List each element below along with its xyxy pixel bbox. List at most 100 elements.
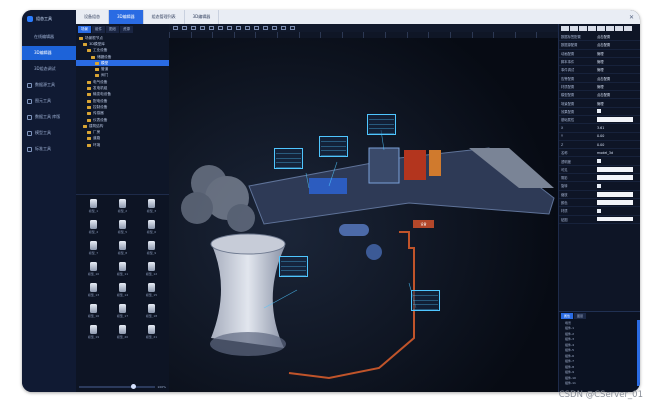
property-value[interactable]: 管理: [597, 84, 604, 89]
palette-item[interactable]: 模型_1: [79, 199, 108, 213]
nav-item[interactable]: 模型工具: [22, 126, 76, 140]
palette-item[interactable]: 模型_11: [108, 262, 137, 276]
property-value[interactable]: 管理: [597, 59, 604, 64]
toolbar-icon[interactable]: [281, 26, 286, 30]
property-value[interactable]: 0.00: [597, 143, 604, 147]
toolbar-icon[interactable]: [254, 26, 259, 30]
property-input[interactable]: [597, 200, 633, 205]
palette-item[interactable]: 模型_16: [79, 304, 108, 318]
toolbar-icon[interactable]: [191, 26, 196, 30]
nav-item[interactable]: 在线编辑器: [22, 30, 76, 44]
toolbar-icon[interactable]: [272, 26, 277, 30]
equipment-tag[interactable]: 设备: [413, 220, 434, 228]
toolbar-icon[interactable]: [182, 26, 187, 30]
property-value[interactable]: 3.61: [597, 126, 604, 130]
property-checkbox[interactable]: [597, 109, 601, 114]
property-checkbox[interactable]: [597, 208, 601, 213]
property-input[interactable]: [597, 167, 633, 172]
data-callout[interactable]: [274, 148, 303, 169]
property-value[interactable]: 点击配置: [597, 34, 610, 39]
tree-tab[interactable]: 图纸: [106, 26, 119, 33]
palette-item[interactable]: 模型_12: [137, 262, 166, 276]
toolbar-icon[interactable]: [236, 26, 241, 30]
tree-tab[interactable]: 组件: [92, 26, 105, 33]
property-value[interactable]: 管理: [597, 101, 604, 106]
nav-item-active[interactable]: 3D编辑器: [22, 46, 76, 60]
palette-item-label: 模型_9: [146, 251, 157, 255]
palette-item[interactable]: 模型_18: [137, 304, 166, 318]
toolbar-icon[interactable]: [218, 26, 223, 30]
nav-item[interactable]: 数据源工具: [22, 78, 76, 92]
tab[interactable]: 设备组态: [76, 10, 109, 24]
palette-item[interactable]: 模型_15: [137, 283, 166, 297]
toolbar-icon[interactable]: [290, 26, 295, 30]
palette-item[interactable]: 模型_8: [108, 241, 137, 255]
toolbar-icon[interactable]: [245, 26, 250, 30]
data-callout[interactable]: [279, 256, 308, 277]
property-input[interactable]: [597, 117, 633, 122]
palette-item[interactable]: 模型_10: [79, 262, 108, 276]
layer-tab[interactable]: 图层: [574, 313, 587, 319]
property-value[interactable]: 0.00: [597, 134, 604, 138]
palette-item[interactable]: 模型_5: [108, 220, 137, 234]
3d-canvas[interactable]: 设备: [169, 24, 558, 392]
scrollbar[interactable]: [637, 320, 640, 386]
palette-item[interactable]: 模型_19: [79, 325, 108, 339]
palette-item[interactable]: 模型_7: [79, 241, 108, 255]
prop-toolbar-button[interactable]: [579, 26, 587, 31]
layer-tab[interactable]: 属性: [561, 313, 574, 319]
property-value[interactable]: 点击配置: [597, 92, 610, 97]
property-value[interactable]: 管理: [597, 51, 604, 56]
palette-item[interactable]: 模型_13: [79, 283, 108, 297]
tree-node[interactable]: 环境: [76, 142, 169, 148]
palette-item[interactable]: 模型_20: [108, 325, 137, 339]
prop-toolbar-button[interactable]: [624, 26, 632, 31]
palette-item[interactable]: 模型_14: [108, 283, 137, 297]
prop-toolbar-button[interactable]: [597, 26, 605, 31]
tab-active[interactable]: 3D编辑器: [109, 10, 144, 24]
layer-node[interactable]: 组件-11: [559, 381, 640, 387]
prop-toolbar-button[interactable]: [606, 26, 614, 31]
property-value[interactable]: 管理: [597, 67, 604, 72]
prop-toolbar-button[interactable]: [588, 26, 596, 31]
toolbar-icon[interactable]: [263, 26, 268, 30]
tree-tab[interactable]: 场景: [78, 26, 91, 33]
property-checkbox[interactable]: [597, 159, 601, 164]
toolbar-icon[interactable]: [227, 26, 232, 30]
palette-item[interactable]: 模型_2: [108, 199, 137, 213]
palette-item[interactable]: 模型_17: [108, 304, 137, 318]
zoom-slider[interactable]: [79, 384, 156, 389]
data-callout[interactable]: [319, 136, 348, 157]
property-value[interactable]: model_3d: [597, 151, 613, 155]
palette-item[interactable]: 模型_21: [137, 325, 166, 339]
property-input[interactable]: [597, 216, 633, 222]
toolbar-icon[interactable]: [209, 26, 214, 30]
nav-item[interactable]: 标准工具: [22, 142, 76, 156]
data-callout[interactable]: [367, 114, 396, 135]
toolbar-icon[interactable]: [173, 26, 178, 30]
palette-item[interactable]: 模型_4: [79, 220, 108, 234]
palette-item[interactable]: 模型_9: [137, 241, 166, 255]
property-value[interactable]: 点击配置: [597, 76, 610, 81]
nav-item[interactable]: 数据工具 库版: [22, 110, 76, 124]
prop-toolbar-button[interactable]: [561, 26, 569, 31]
zoom-slider-knob[interactable]: [130, 384, 136, 389]
nav-item[interactable]: 3D组态调试: [22, 62, 76, 76]
nav-label: 数据源工具: [35, 82, 55, 87]
property-input[interactable]: [597, 175, 633, 180]
tree-tab[interactable]: 资源: [120, 26, 133, 33]
palette-item[interactable]: 模型_3: [137, 199, 166, 213]
prop-toolbar-button[interactable]: [615, 26, 623, 31]
palette-item[interactable]: 模型_6: [137, 220, 166, 234]
property-checkbox[interactable]: [597, 183, 601, 188]
data-callout[interactable]: [411, 290, 440, 311]
property-value[interactable]: 点击配置: [597, 42, 610, 47]
property-input[interactable]: [597, 192, 633, 197]
tab[interactable]: 组态管理列表: [144, 10, 185, 24]
tab[interactable]: 3D编辑器: [185, 10, 220, 24]
toolbar-icon[interactable]: [200, 26, 205, 30]
nav-item[interactable]: 图元工具: [22, 94, 76, 108]
close-icon[interactable]: ✕: [629, 14, 634, 21]
tree-node-label: 厂房: [93, 130, 101, 135]
prop-toolbar-button[interactable]: [570, 26, 578, 31]
